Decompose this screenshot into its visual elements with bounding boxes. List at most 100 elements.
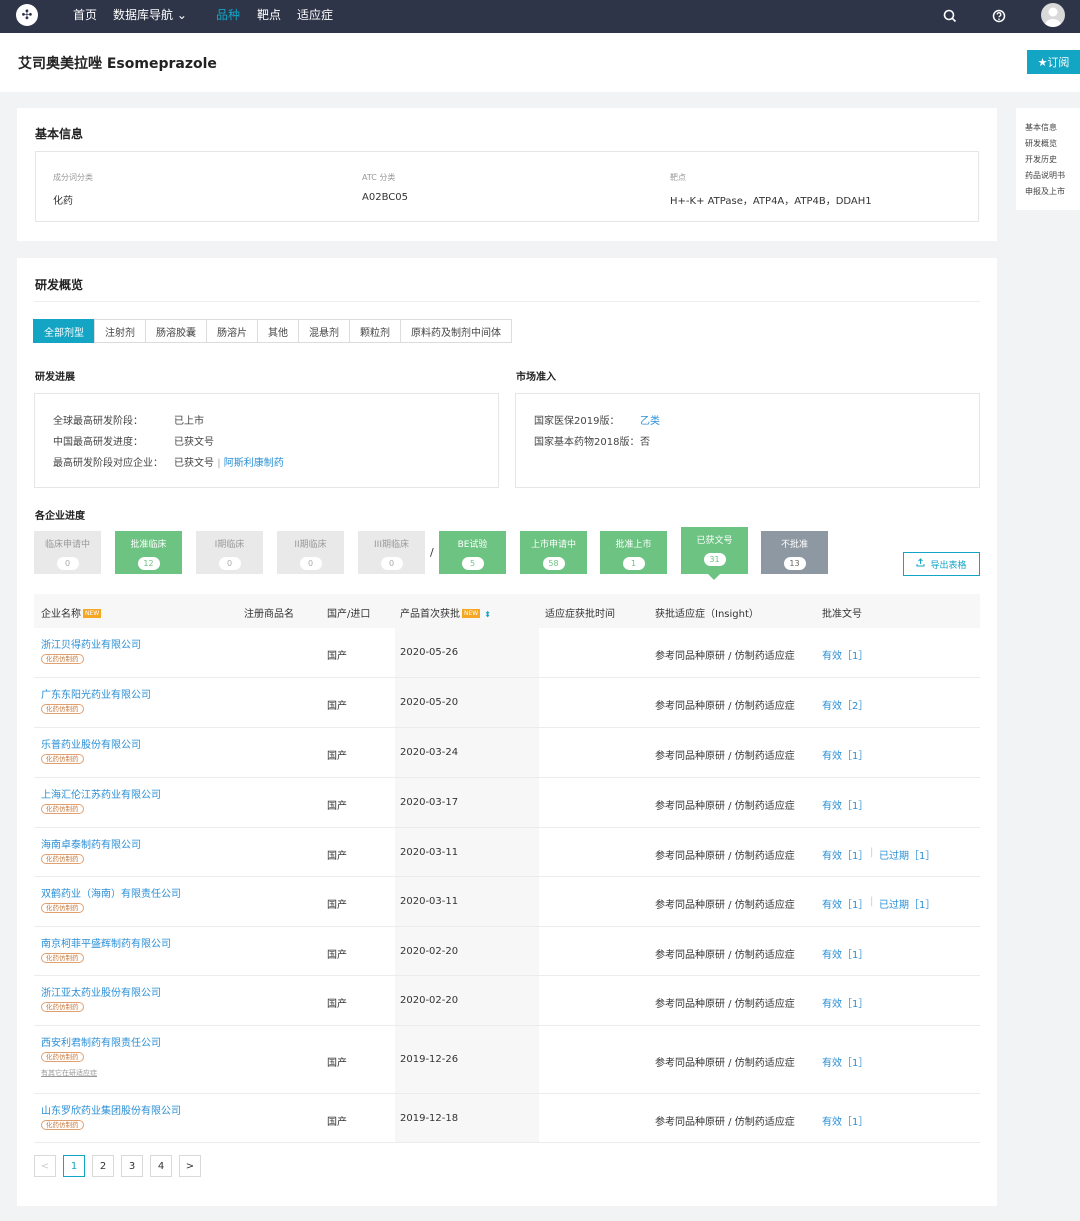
valid-approval-link[interactable]: 有效［1］ bbox=[822, 896, 868, 911]
help-icon[interactable] bbox=[991, 8, 1007, 24]
company-link[interactable]: 浙江亚太药业股份有限公司 bbox=[41, 984, 161, 999]
indication-cell: 参考同品种原研 / 仿制药适应症 bbox=[655, 999, 795, 1010]
progress-box: 全球最高研发阶段： 已上市 中国最高研发进度： 已获文号 最高研发阶段对应企业：… bbox=[34, 393, 499, 488]
sidenav-item-history[interactable]: 开发历史 bbox=[1025, 152, 1080, 168]
tab-tablet[interactable]: 肠溶片 bbox=[206, 319, 258, 343]
tab-granule[interactable]: 颗粒剂 bbox=[349, 319, 401, 343]
stage-phase-1[interactable]: I期临床 0 bbox=[196, 531, 263, 574]
basic-info-box: 成分词分类 化药 ATC 分类 A02BC05 靶点 H+-K+ ATPase，… bbox=[35, 151, 979, 222]
avatar[interactable] bbox=[1041, 3, 1065, 27]
company-link[interactable]: 西安利君制药有限责任公司 bbox=[41, 1034, 161, 1049]
sort-icon[interactable]: ⬍ bbox=[484, 610, 491, 619]
new-badge: NEW bbox=[462, 609, 481, 618]
valid-approval-link[interactable]: 有效［1］ bbox=[822, 747, 868, 762]
first-approval-date: 2020-03-11 bbox=[400, 896, 459, 907]
global-stage-label: 全球最高研发阶段： bbox=[53, 416, 143, 427]
export-table-button[interactable]: 导出表格 bbox=[903, 552, 980, 576]
company-link[interactable]: 上海汇伦江苏药业有限公司 bbox=[41, 786, 161, 801]
sidenav-item-overview[interactable]: 研发概览 bbox=[1025, 136, 1080, 152]
nav-variety[interactable]: 品种 bbox=[216, 7, 240, 23]
stage-market-approved[interactable]: 批准上市 1 bbox=[600, 531, 667, 574]
other-indication-note[interactable]: 有其它在研适应症 bbox=[41, 1068, 97, 1078]
th-company[interactable]: 企业名称 NEW bbox=[41, 605, 102, 620]
table-row: 乐普药业股份有限公司 化药仿制药 国产 2020-03-24 参考同品种原研 / 仿制药… bbox=[34, 728, 980, 778]
sidenav-item-filing[interactable]: 申报及上市 bbox=[1025, 184, 1080, 200]
drug-type-tag: 化药仿制药 bbox=[41, 903, 84, 913]
pagination-prev[interactable]: < bbox=[34, 1155, 56, 1177]
nav-indication[interactable]: 适应症 bbox=[297, 7, 333, 23]
th-first-approval[interactable]: 产品首次获批 NEW ⬍ bbox=[400, 605, 491, 620]
stage-rejected[interactable]: 不批准 13 bbox=[761, 531, 828, 574]
pagination-page-1[interactable]: 1 bbox=[63, 1155, 85, 1177]
company-link[interactable]: 海南卓泰制药有限公司 bbox=[41, 836, 141, 851]
company-link[interactable]: 乐普药业股份有限公司 bbox=[41, 736, 141, 751]
nrdl-value-link[interactable]: 乙类 bbox=[640, 412, 660, 427]
drug-type-tag: 化药仿制药 bbox=[41, 953, 84, 963]
company-link[interactable]: 南京柯菲平盛辉制药有限公司 bbox=[41, 935, 171, 950]
valid-approval-link[interactable]: 有效［1］ bbox=[822, 647, 868, 662]
company-link[interactable]: 广东东阳光药业有限公司 bbox=[41, 686, 151, 701]
tab-api[interactable]: 原料药及制剂中间体 bbox=[400, 319, 512, 343]
stage-phase-2[interactable]: II期临床 0 bbox=[277, 531, 344, 574]
search-icon[interactable] bbox=[942, 8, 958, 24]
expired-approval-link[interactable]: 已过期［1］ bbox=[879, 896, 935, 911]
stage-label: II期临床 bbox=[294, 540, 327, 550]
page-title: 艾司奥美拉唑 Esomeprazole bbox=[18, 56, 217, 72]
sidenav-item-label[interactable]: 药品说明书 bbox=[1025, 168, 1080, 184]
pagination-page-3[interactable]: 3 bbox=[121, 1155, 143, 1177]
company-link[interactable]: 山东罗欣药业集团股份有限公司 bbox=[41, 1102, 181, 1117]
indication-cell: 参考同品种原研 / 仿制药适应症 bbox=[655, 1058, 795, 1069]
logo[interactable]: ✣ bbox=[16, 4, 38, 26]
china-stage-value: 已获文号 bbox=[174, 437, 214, 448]
stage-market-application[interactable]: 上市申请中 58 bbox=[520, 531, 587, 574]
valid-approval-link[interactable]: 有效［1］ bbox=[822, 1054, 868, 1069]
stage-clinical-approved[interactable]: 批准临床 12 bbox=[115, 531, 182, 574]
sidenav-item-basic[interactable]: 基本信息 bbox=[1025, 120, 1080, 136]
tab-all[interactable]: 全部剂型 bbox=[33, 319, 95, 343]
drug-type-tag: 化药仿制药 bbox=[41, 704, 84, 714]
table-row: 山东罗欣药业集团股份有限公司 化药仿制药 国产 2019-12-18 参考同品种原研 /… bbox=[34, 1094, 980, 1143]
drug-type-tag: 化药仿制药 bbox=[41, 754, 84, 764]
tab-suspension[interactable]: 混悬剂 bbox=[298, 319, 350, 343]
pagination-page-2[interactable]: 2 bbox=[92, 1155, 114, 1177]
subscribe-button[interactable]: ★订阅 bbox=[1027, 50, 1080, 74]
stage-clinical-application[interactable]: 临床申请中 0 bbox=[34, 531, 101, 574]
tab-injection[interactable]: 注射剂 bbox=[94, 319, 146, 343]
nav-target[interactable]: 靶点 bbox=[257, 7, 281, 23]
valid-approval-link[interactable]: 有效［1］ bbox=[822, 995, 868, 1010]
stage-label: 不批准 bbox=[780, 540, 808, 550]
expired-approval-link[interactable]: 已过期［1］ bbox=[879, 847, 935, 862]
valid-approval-link[interactable]: 有效［2］ bbox=[822, 697, 868, 712]
nav-database-dropdown[interactable]: 数据库导航 ⌄ bbox=[113, 7, 187, 23]
nrdl-label: 国家医保2019版： bbox=[534, 416, 620, 427]
nav-home[interactable]: 首页 bbox=[73, 7, 97, 23]
section-sidenav: 基本信息 研发概览 开发历史 药品说明书 申报及上市 bbox=[1016, 108, 1080, 210]
tab-other[interactable]: 其他 bbox=[257, 319, 299, 343]
pagination-page-4[interactable]: 4 bbox=[150, 1155, 172, 1177]
company-link[interactable]: 浙江贝得药业有限公司 bbox=[41, 636, 141, 651]
origin-cell: 国产 bbox=[327, 651, 347, 662]
origin-cell: 国产 bbox=[327, 1058, 347, 1069]
origin-cell: 国产 bbox=[327, 751, 347, 762]
stage-count: 5 bbox=[461, 557, 484, 570]
company-link[interactable]: 双鹤药业（海南）有限责任公司 bbox=[41, 885, 181, 900]
approval-separator: | bbox=[870, 896, 874, 907]
stage-phase-3[interactable]: III期临床 0 bbox=[358, 531, 425, 574]
tab-capsule[interactable]: 肠溶胶囊 bbox=[145, 319, 207, 343]
top-company-link[interactable]: 阿斯利康制药 bbox=[224, 458, 284, 469]
valid-approval-link[interactable]: 有效［1］ bbox=[822, 1113, 868, 1128]
valid-approval-link[interactable]: 有效［1］ bbox=[822, 797, 868, 812]
stage-label: BE试验 bbox=[457, 540, 488, 550]
pagination-next[interactable]: > bbox=[179, 1155, 201, 1177]
th-origin: 国产/进口 bbox=[327, 609, 371, 620]
table-row: 广东东阳光药业有限公司 化药仿制药 国产 2020-05-20 参考同品种原研 / 仿制… bbox=[34, 678, 980, 728]
stage-approval-number-selected[interactable]: 已获文号 31 bbox=[681, 527, 748, 574]
stage-label: 已获文号 bbox=[696, 536, 733, 546]
valid-approval-link[interactable]: 有效［1］ bbox=[822, 946, 868, 961]
th-indication-time: 适应症获批时间 bbox=[545, 609, 615, 620]
stage-be-trial[interactable]: BE试验 5 bbox=[439, 531, 506, 574]
top-navbar: ✣ 首页 数据库导航 ⌄ 品种 靶点 适应症 bbox=[0, 0, 1080, 33]
valid-approval-link[interactable]: 有效［1］ bbox=[822, 847, 868, 862]
company-progress-title: 各企业进度 bbox=[35, 511, 85, 522]
overview-title: 研发概览 bbox=[35, 278, 84, 292]
